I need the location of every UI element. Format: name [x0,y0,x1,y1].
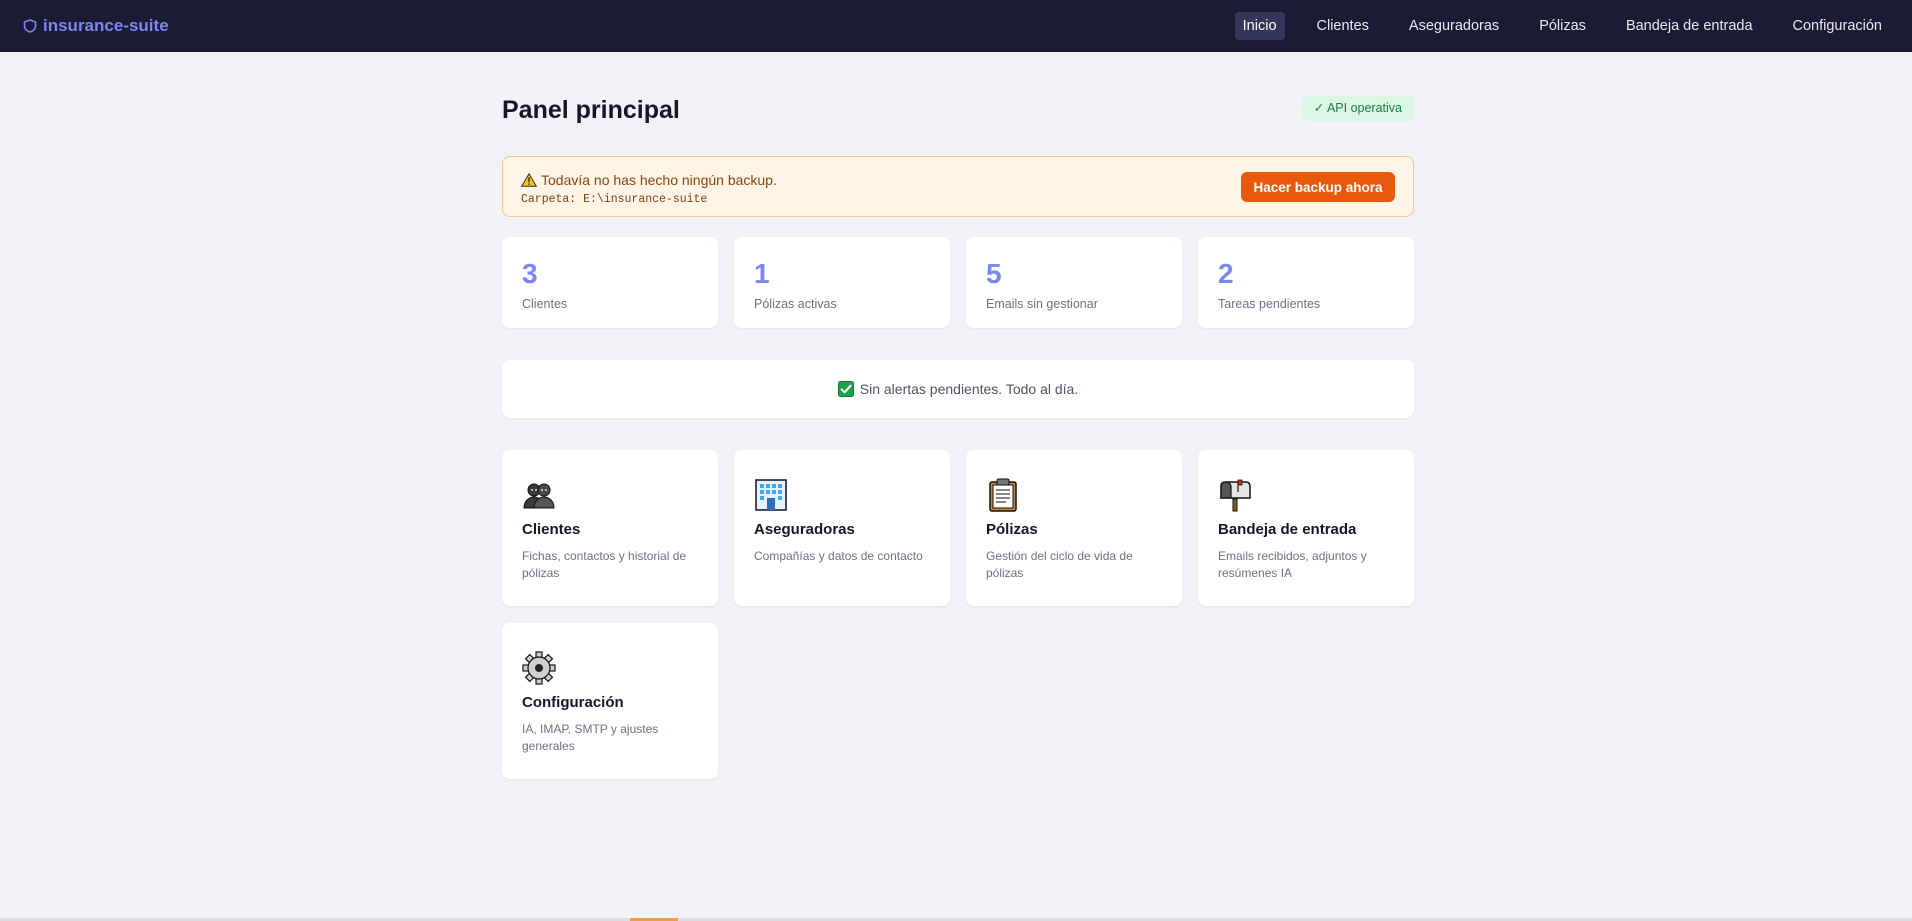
module-title: Clientes [522,521,581,538]
module-card-aseguradoras[interactable]: Aseguradoras Compañías y datos de contac… [734,450,950,606]
backup-folder-path: Carpeta: E:\insurance-suite [521,193,708,206]
module-description: Gestión del ciclo de vida de pólizas [986,549,1133,580]
alerts-message: Sin alertas pendientes. Todo al día. [859,381,1079,397]
nav-item-configuracion[interactable]: Configuración [1785,12,1890,40]
nav-item-bandeja[interactable]: Bandeja de entrada [1618,12,1761,40]
module-card-bandeja[interactable]: Bandeja de entrada Emails recibidos, adj… [1198,450,1414,606]
module-title: Pólizas [986,521,1038,538]
stat-card-tareas: 2 Tareas pendientes [1198,237,1414,328]
stat-value: 2 [1218,258,1234,289]
top-navbar: insurance-suite Inicio Clientes Asegurad… [0,0,1912,52]
stat-value: 5 [986,258,1002,289]
api-status-badge: ✓ API operativa [1301,96,1414,121]
app-brand[interactable]: insurance-suite [23,16,169,36]
module-card-configuracion[interactable]: Configuración IA, IMAP, SMTP y ajustes g… [502,623,718,779]
app-title: insurance-suite [43,16,169,35]
module-title: Aseguradoras [754,521,855,538]
module-description: Emails recibidos, adjuntos y resúmenes I… [1218,549,1367,580]
backup-now-button[interactable]: Hacer backup ahora [1241,172,1395,202]
main-nav: Inicio Clientes Aseguradoras Pólizas Ban… [1219,12,1890,40]
backup-message-row: Todavía no has hecho ningún backup. [521,172,777,188]
stat-label: Tareas pendientes [1218,297,1321,311]
gear-icon [522,651,556,685]
module-description: Fichas, contactos y historial de pólizas [522,549,687,580]
stat-value: 1 [754,258,770,289]
nav-item-clientes[interactable]: Clientes [1309,12,1377,40]
nav-item-aseguradoras[interactable]: Aseguradoras [1401,12,1507,40]
stat-label: Pólizas activas [754,297,837,311]
stat-label: Clientes [522,297,568,311]
module-card-polizas[interactable]: Pólizas Gestión del ciclo de vida de pól… [966,450,1182,606]
module-description: Compañías y datos de contacto [754,549,923,563]
stat-card-polizas-activas: 1 Pólizas activas [734,237,950,328]
check-box-icon [837,381,854,397]
stat-value: 3 [522,258,538,289]
module-description: IA, IMAP, SMTP y ajustes generales [522,722,659,753]
backup-warning-banner: Todavía no has hecho ningún backup. Carp… [502,156,1414,217]
office-building-icon [755,479,787,511]
backup-message: Todavía no has hecho ningún backup. [541,172,777,188]
stat-card-emails: 5 Emails sin gestionar [966,237,1182,328]
clipboard-icon [989,478,1017,512]
people-icon [523,483,555,509]
nav-item-polizas[interactable]: Pólizas [1531,12,1594,40]
stat-card-clientes: 3 Clientes [502,237,718,328]
nav-item-inicio[interactable]: Inicio [1234,12,1285,40]
stat-label: Emails sin gestionar [986,297,1098,311]
warning-icon [521,173,537,187]
module-title: Bandeja de entrada [1218,521,1357,538]
mailbox-icon [1220,479,1251,512]
page-header: Panel principal ✓ API operativa [502,52,1414,157]
module-card-clientes[interactable]: Clientes Fichas, contactos y historial d… [502,450,718,606]
module-title: Configuración [522,694,624,711]
page-title: Panel principal [502,96,680,124]
main-content: Panel principal ✓ API operativa Todavía … [502,52,1414,779]
alerts-panel: Sin alertas pendientes. Todo al día. [502,360,1414,418]
shield-icon [23,19,37,33]
